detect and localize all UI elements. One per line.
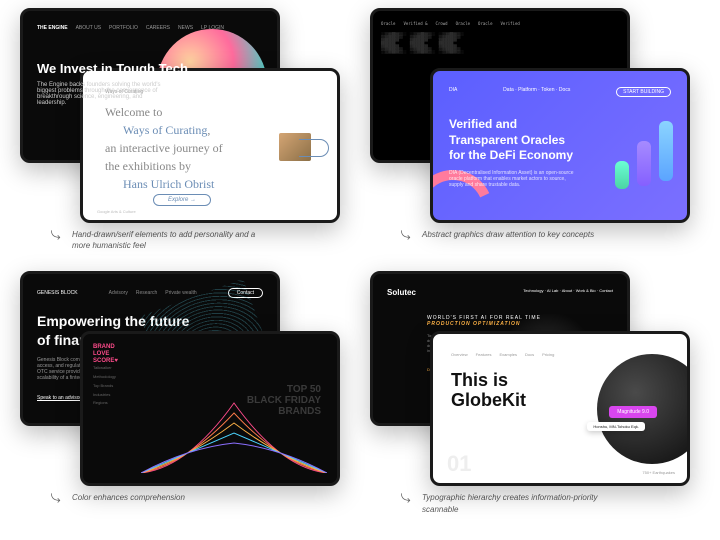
start-building-button[interactable]: START BUILDING	[616, 87, 671, 97]
magnitude-tag: Magnitude 9.0	[609, 406, 657, 418]
caption-arrow-icon	[400, 492, 414, 506]
brand-sidebar: BRANDLOVESCORE♥ Talkwalker Methodology T…	[93, 344, 141, 473]
curating-footer: Google Arts & Culture	[97, 209, 136, 214]
hand-arrow-icon	[299, 139, 329, 157]
dia-nav: DIA Data · Platform · Token · Docs START…	[449, 87, 671, 97]
cell-top-left: THE ENGINE ABOUT US PORTFOLIO CAREERS NE…	[20, 8, 350, 251]
globekit-card: OverviewFeaturesExamplesDocsPricing This…	[430, 331, 690, 486]
genesis-logo: GENESIS BLOCK	[37, 290, 78, 296]
location-tag: Honshu, MN-Tohoku Eqk.	[587, 422, 645, 431]
caption-top-left: Hand-drawn/serif elements to add persona…	[20, 229, 350, 251]
solutec-nav: Solutec Technology · AI Lab · About · Wo…	[387, 288, 613, 297]
solutec-logo: Solutec	[387, 288, 416, 297]
caption-bottom-left: Color enhances comprehension	[20, 492, 350, 506]
dia-logo: DIA	[449, 87, 457, 97]
caption-arrow-icon	[400, 229, 414, 243]
cylinder-icon	[659, 121, 673, 181]
cell-bottom-left: GENESIS BLOCK AdvisoryResearchPrivate we…	[20, 271, 350, 514]
distribution-chart	[141, 383, 327, 473]
ascii-cols: OracleVerified &CrowdOracleOracleVerifie…	[381, 22, 619, 26]
brand-card: BRANDLOVESCORE♥ Talkwalker Methodology T…	[80, 331, 340, 486]
globekit-footer: 750+ Earthquakes	[642, 470, 675, 475]
slide-number: 01	[447, 451, 471, 477]
cell-top-right: OracleVerified &CrowdOracleOracleVerifie…	[370, 8, 700, 251]
engine-body: The Engine backs founders solving the wo…	[37, 82, 167, 106]
explore-button[interactable]: Explore →	[153, 194, 211, 206]
brand-logo: BRANDLOVESCORE♥	[93, 344, 141, 364]
cell-bottom-right: Solutec Technology · AI Lab · About · Wo…	[370, 271, 700, 514]
cylinder-icon	[615, 161, 629, 189]
dia-card: DIA Data · Platform · Token · Docs START…	[430, 68, 690, 223]
cylinder-icon	[637, 141, 651, 186]
caption-arrow-icon	[50, 229, 64, 243]
engine-nav: THE ENGINE ABOUT US PORTFOLIO CAREERS NE…	[37, 25, 263, 31]
caption-bottom-right: Typographic hierarchy creates informatio…	[370, 492, 700, 514]
ascii-art: ░░▒▒▓▓██▓▓▒▒░░ ░░▒▒▓▓██▓▓▒▒░░ ░░▒▒▓▓██▓▓…	[381, 33, 619, 54]
dia-body: DIA (Decentralised Information Asset) is…	[449, 170, 579, 188]
caption-arrow-icon	[50, 492, 64, 506]
caption-top-right: Abstract graphics draw attention to key …	[370, 229, 700, 243]
ring-icon	[430, 159, 504, 223]
dia-heading: Verified and Transparent Oracles for the…	[449, 117, 579, 164]
engine-heading: We Invest in Tough Tech	[37, 61, 263, 76]
